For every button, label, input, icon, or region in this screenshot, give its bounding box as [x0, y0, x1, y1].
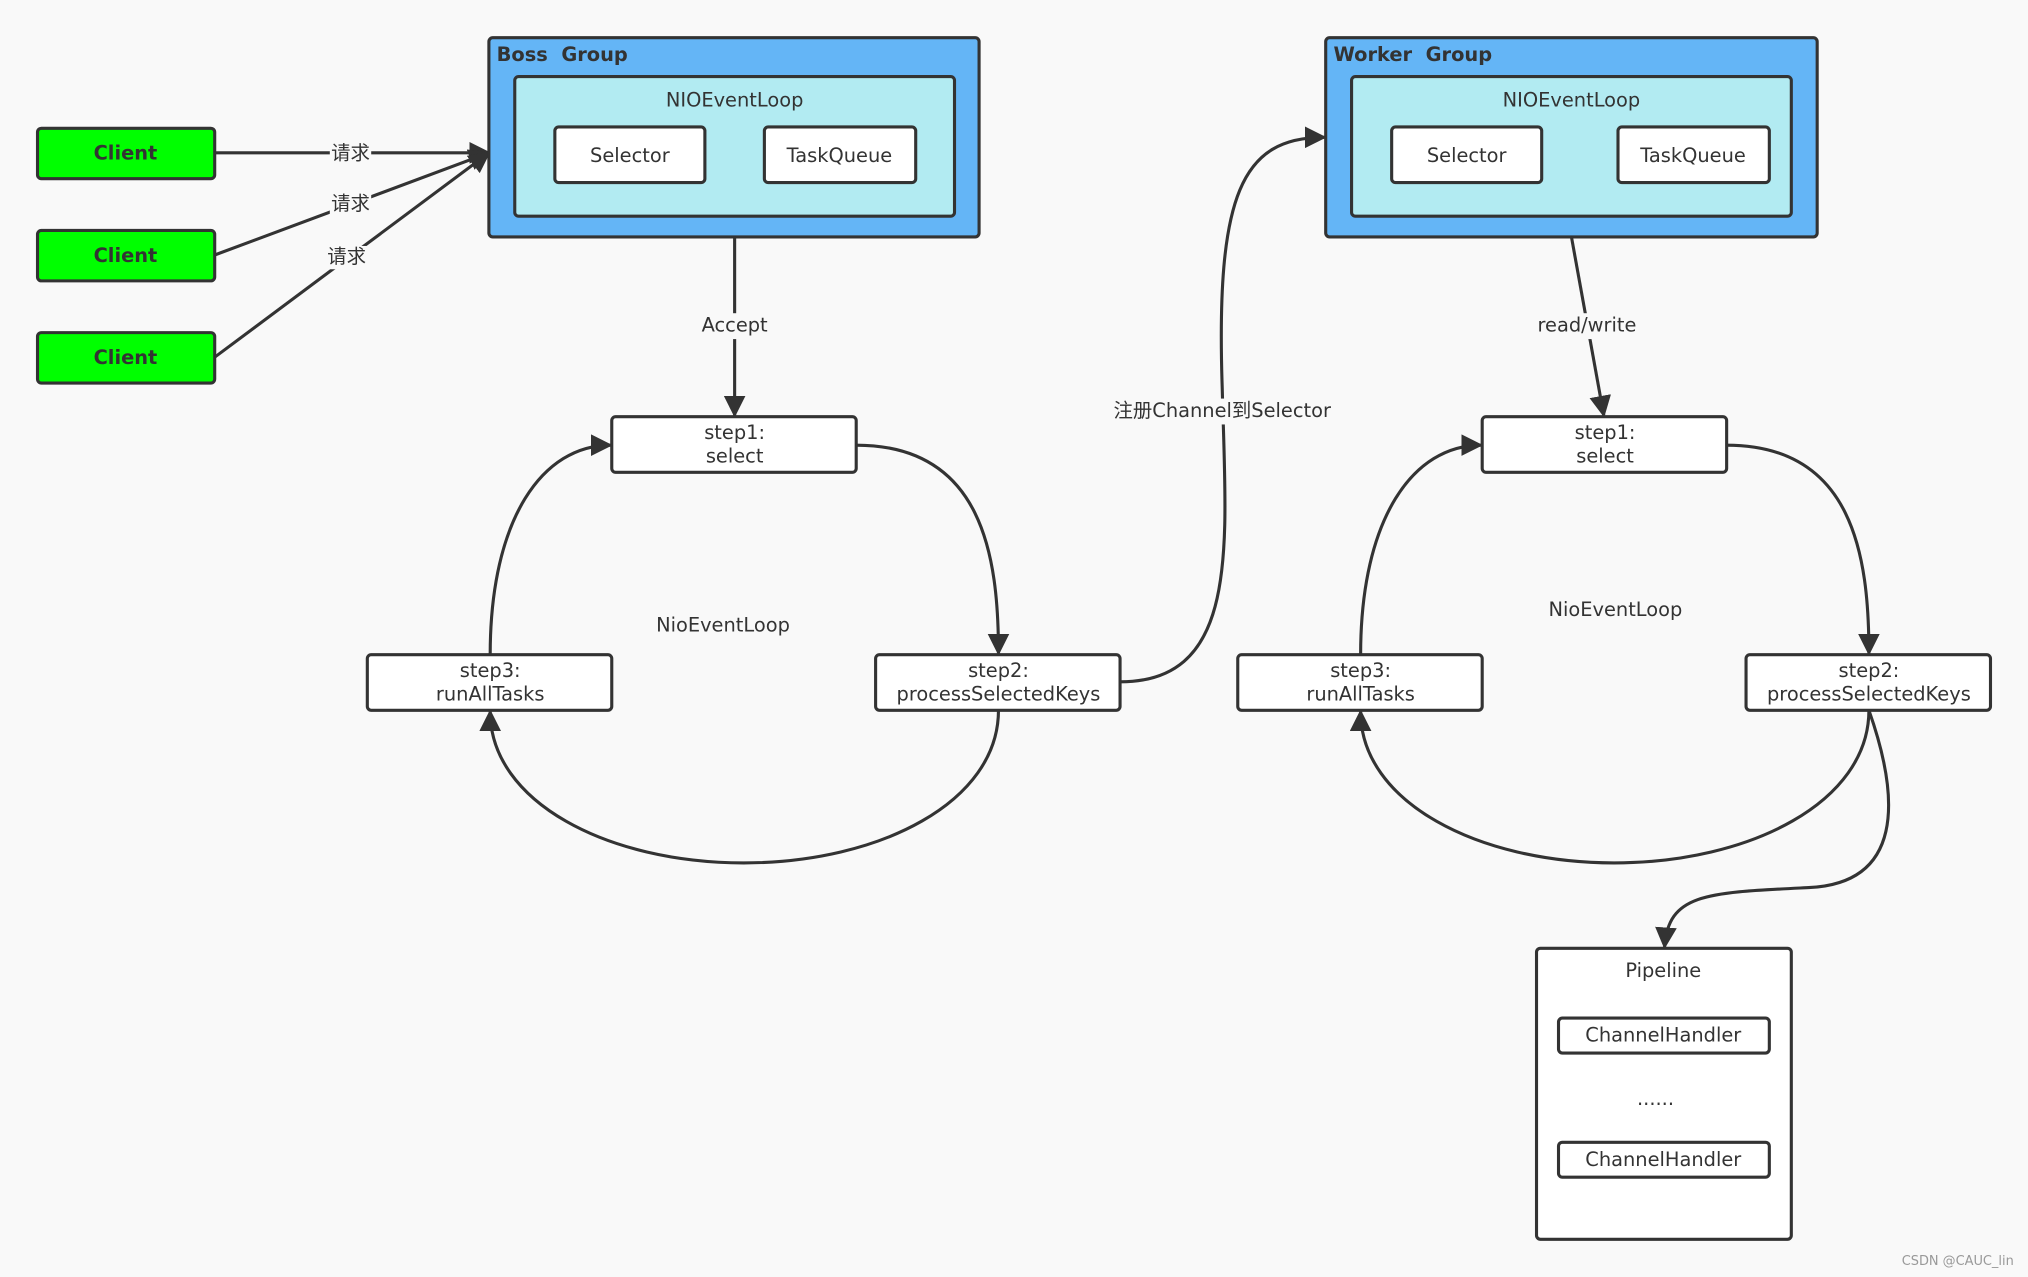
- step-label: step3:: [1330, 659, 1391, 682]
- request-label: 请求: [327, 245, 366, 268]
- pipeline-title: Pipeline: [1625, 959, 1701, 982]
- step-label: step3:: [460, 659, 521, 682]
- accept-label: Accept: [702, 314, 768, 337]
- worker-group[interactable]: Worker Group NIOEventLoop Selector TaskQ…: [1324, 36, 1819, 239]
- request-label: 请求: [331, 192, 370, 215]
- boss-group-title: Boss Group: [497, 43, 628, 66]
- worker-event-loop-label: NIOEventLoop: [1503, 89, 1641, 112]
- netty-architecture-diagram: Client Client Client 请求 请求 请求 Boss Group…: [0, 0, 2028, 1277]
- step-label: select: [1576, 444, 1634, 467]
- client-node[interactable]: Client: [35, 228, 217, 283]
- register-label: 注册Channel到Selector: [1114, 399, 1331, 422]
- client-node[interactable]: Client: [35, 331, 217, 385]
- boss-step1-node[interactable]: step1: select: [610, 415, 858, 474]
- worker-selector-label: Selector: [1427, 144, 1507, 167]
- step-label: processSelectedKeys: [897, 682, 1101, 705]
- step-label: step1:: [1575, 421, 1636, 444]
- boss-step3-node[interactable]: step3: runAllTasks: [365, 653, 614, 712]
- request-label: 请求: [331, 142, 370, 165]
- channel-handler-label: ChannelHandler: [1585, 1148, 1741, 1171]
- client-label: Client: [94, 244, 158, 267]
- worker-step2-node[interactable]: step2: processSelectedKeys: [1744, 653, 1993, 712]
- worker-loop-label: NioEventLoop: [1549, 598, 1683, 621]
- watermark: CSDN @CAUC_lin: [1902, 1254, 2014, 1269]
- read-write-label: read/write: [1537, 314, 1636, 337]
- boss-step2-node[interactable]: step2: processSelectedKeys: [874, 653, 1122, 712]
- worker-taskqueue-label: TaskQueue: [1639, 144, 1746, 167]
- worker-group-title: Worker Group: [1333, 43, 1492, 66]
- boss-event-loop-label: NIOEventLoop: [666, 89, 804, 112]
- client-label: Client: [94, 142, 158, 165]
- step-label: step1:: [704, 421, 765, 444]
- boss-group[interactable]: Boss Group NIOEventLoop Selector TaskQue…: [487, 36, 981, 239]
- worker-step3-node[interactable]: step3: runAllTasks: [1236, 653, 1484, 712]
- step-label: runAllTasks: [1306, 682, 1415, 705]
- pipeline-node[interactable]: Pipeline ChannelHandler ...... ChannelHa…: [1534, 946, 1793, 1241]
- boss-loop-label: NioEventLoop: [656, 614, 790, 637]
- step-label: processSelectedKeys: [1767, 682, 1971, 705]
- boss-taskqueue-label: TaskQueue: [786, 144, 893, 167]
- channel-handler-label: ChannelHandler: [1585, 1024, 1741, 1047]
- worker-step1-node[interactable]: step1: select: [1480, 415, 1729, 474]
- step-label: runAllTasks: [436, 682, 545, 705]
- step-label: step2:: [1839, 659, 1900, 682]
- client-label: Client: [94, 346, 158, 369]
- boss-selector-label: Selector: [590, 144, 670, 167]
- step-label: select: [706, 444, 764, 467]
- client-node[interactable]: Client: [35, 126, 217, 181]
- step-label: step2:: [968, 659, 1029, 682]
- pipeline-ellipsis: ......: [1637, 1087, 1674, 1110]
